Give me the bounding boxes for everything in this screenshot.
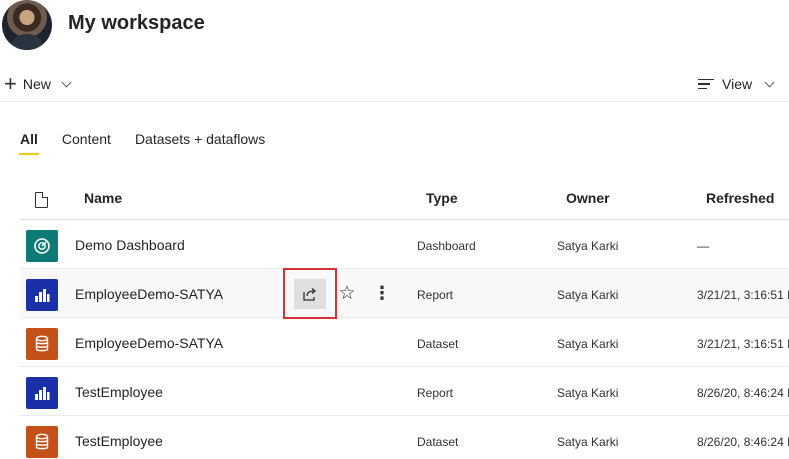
item-type: Report — [417, 288, 454, 302]
table-row[interactable]: EmployeeDemo-SATYA Dataset Satya Karki 3… — [20, 318, 789, 367]
list-view-icon — [698, 78, 714, 90]
item-name[interactable]: Demo Dashboard — [75, 237, 185, 253]
table-row[interactable]: TestEmployee Dataset Satya Karki 8/26/20… — [20, 416, 789, 459]
item-type: Dataset — [417, 337, 459, 351]
column-header-refreshed[interactable]: Refreshed — [706, 190, 774, 206]
view-button[interactable]: View — [698, 76, 775, 92]
item-name[interactable]: TestEmployee — [75, 433, 163, 449]
tab-content[interactable]: Content — [62, 131, 111, 155]
tab-all[interactable]: All — [19, 131, 39, 155]
table-header: Name Type Owner Refreshed — [20, 178, 789, 220]
column-header-name[interactable]: Name — [84, 190, 122, 206]
new-button[interactable]: + New — [4, 71, 72, 96]
more-options-icon[interactable]: ⋮ — [371, 281, 393, 305]
item-name[interactable]: EmployeeDemo-SATYA — [75, 286, 223, 302]
item-owner: Satya Karki — [557, 435, 619, 449]
table-row[interactable]: TestEmployee Report Satya Karki 8/26/20,… — [20, 367, 789, 416]
table-row[interactable]: Demo Dashboard Dashboard Satya Karki — — [20, 220, 789, 269]
item-name[interactable]: EmployeeDemo-SATYA — [75, 335, 223, 351]
share-button[interactable] — [294, 279, 326, 309]
tab-datasets-dataflows[interactable]: Datasets + dataflows — [135, 131, 265, 155]
document-icon — [35, 192, 48, 208]
chevron-down-icon — [764, 77, 775, 87]
item-refreshed: — — [697, 239, 709, 253]
content-tabs: All Content Datasets + dataflows — [19, 131, 265, 155]
chevron-down-icon — [61, 77, 72, 87]
dataset-icon — [26, 426, 58, 458]
item-refreshed: 3/21/21, 3:16:51 P — [697, 288, 789, 302]
share-highlight — [283, 268, 337, 319]
avatar — [2, 0, 52, 50]
column-header-type[interactable]: Type — [426, 190, 458, 206]
item-type: Dashboard — [417, 239, 476, 253]
page-title: My workspace — [68, 12, 205, 34]
item-type: Report — [417, 386, 454, 400]
item-name[interactable]: TestEmployee — [75, 384, 163, 400]
item-owner: Satya Karki — [557, 239, 619, 253]
item-owner: Satya Karki — [557, 386, 619, 400]
view-button-label: View — [722, 76, 753, 92]
table-row[interactable]: EmployeeDemo-SATYA ☆ ⋮ Report Satya Kark… — [20, 268, 789, 319]
item-refreshed: 3/21/21, 3:16:51 P — [697, 337, 789, 351]
plus-icon: + — [4, 71, 17, 96]
new-button-label: New — [22, 76, 51, 92]
star-icon[interactable]: ☆ — [336, 281, 358, 305]
dataset-icon — [26, 328, 58, 360]
dashboard-icon — [26, 230, 58, 262]
item-owner: Satya Karki — [557, 288, 619, 302]
workspace-table: Name Type Owner Refreshed Demo Dashboard… — [20, 178, 789, 459]
item-refreshed: 8/26/20, 8:46:24 P — [697, 435, 789, 449]
column-header-owner[interactable]: Owner — [566, 190, 610, 206]
report-icon — [26, 377, 58, 409]
item-type: Dataset — [417, 435, 459, 449]
report-icon — [26, 279, 58, 311]
command-bar: + New View — [0, 68, 789, 102]
share-icon — [303, 288, 317, 301]
item-refreshed: 8/26/20, 8:46:24 P — [697, 386, 789, 400]
item-owner: Satya Karki — [557, 337, 619, 351]
